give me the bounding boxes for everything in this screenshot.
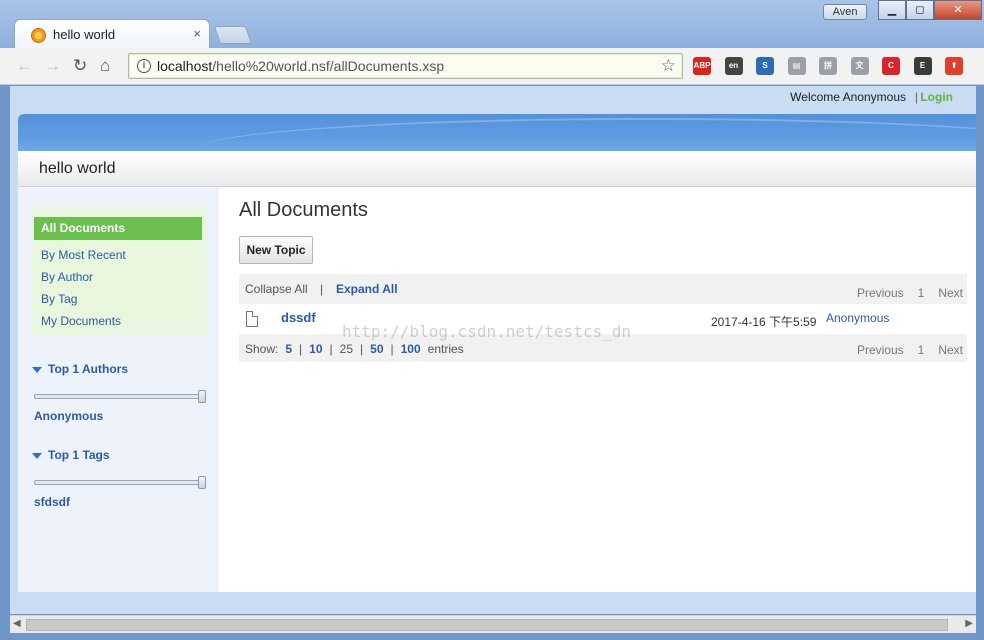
upload-icon[interactable]: ⬆ [945, 57, 963, 75]
sidebar-nav: All Documents By Most Recent By Author B… [32, 207, 207, 335]
url-text[interactable]: localhost/hello%20world.nsf/allDocuments… [157, 58, 444, 74]
sidebar-item-all-documents[interactable]: All Documents [34, 217, 202, 240]
page-size-separator: | [329, 342, 333, 356]
document-title-link[interactable]: dssdf [281, 310, 316, 325]
content-area: All Documents By Most Recent By Author B… [18, 187, 976, 592]
page-size-separator: | [390, 342, 394, 356]
s-extension-icon[interactable]: S [756, 57, 774, 75]
page-size-50[interactable]: 50 [370, 342, 383, 356]
maximize-button[interactable]: ◻ [906, 0, 934, 20]
tab-title: hello world [53, 27, 116, 42]
tag-cloud-item[interactable]: sfdsdf [34, 495, 70, 509]
collapse-all-link[interactable]: Collapse All [245, 282, 308, 296]
tab-close-icon[interactable]: × [193, 26, 201, 41]
reader-icon[interactable]: ▤ [787, 57, 806, 75]
top-authors-header[interactable]: Top 1 Authors [32, 362, 128, 376]
browser-titlebar: hello world × Aven ▁ ◻ ✕ [0, 0, 984, 49]
app-title-bar: hello world [18, 151, 976, 187]
expand-triangle-icon [32, 452, 42, 459]
scrollbar-thumb[interactable] [26, 619, 948, 631]
scroll-left-icon[interactable]: ◀ [13, 618, 21, 629]
top-tags-header[interactable]: Top 1 Tags [32, 448, 110, 462]
translate-icon[interactable]: en [724, 57, 743, 75]
address-bar[interactable]: i localhost/hello%20world.nsf/allDocumen… [128, 53, 683, 79]
previous-link[interactable]: Previous [857, 343, 904, 357]
authors-slider[interactable] [34, 390, 206, 403]
app-title: hello world [39, 160, 116, 177]
page-number[interactable]: 1 [918, 286, 925, 300]
page-title: All Documents [239, 199, 368, 221]
browser-tab[interactable]: hello world × [14, 19, 210, 49]
window-controls: ▁ ◻ ✕ [878, 0, 982, 20]
c-extension-icon[interactable]: C [882, 57, 900, 75]
dictionary-icon[interactable]: 文 [850, 57, 869, 75]
expand-all-link[interactable]: Expand All [336, 282, 398, 296]
domino-favicon-icon [31, 28, 46, 43]
page-size-10[interactable]: 10 [309, 342, 322, 356]
page-size-5[interactable]: 5 [285, 342, 292, 356]
sidebar-item-by-tag[interactable]: By Tag [41, 292, 77, 306]
view-header-bar: Collapse All | Expand All Previous 1 Nex… [239, 274, 967, 305]
pager-bottom: Previous 1 Next [857, 343, 963, 357]
home-icon[interactable]: ⌂ [100, 56, 110, 76]
close-window-button[interactable]: ✕ [934, 0, 982, 20]
welcome-separator: | [914, 90, 918, 104]
sidebar-item-by-most-recent[interactable]: By Most Recent [41, 248, 126, 262]
url-host: localhost [157, 58, 213, 74]
welcome-bar: Welcome Anonymous | Login [10, 86, 976, 112]
back-icon[interactable]: ← [16, 56, 33, 76]
sidebar-item-my-documents[interactable]: My Documents [41, 314, 121, 328]
bookmark-star-icon[interactable]: ☆ [661, 56, 676, 76]
author-cloud-item[interactable]: Anonymous [34, 409, 103, 423]
page-size-separator: | [299, 342, 303, 356]
horizontal-scrollbar[interactable]: ◀ ▶ [10, 615, 976, 633]
evernote-icon[interactable]: E [913, 57, 932, 75]
watermark-text: http://blog.csdn.net/testcs_dn [342, 322, 631, 341]
welcome-text: Welcome Anonymous [790, 90, 906, 104]
pager-top: Previous 1 Next [857, 286, 963, 300]
reload-icon[interactable]: ↻ [73, 56, 87, 76]
expand-triangle-icon [32, 366, 42, 373]
new-tab-button[interactable] [213, 26, 253, 44]
tags-slider[interactable] [34, 476, 206, 489]
forward-icon[interactable]: → [44, 56, 61, 76]
minimize-button[interactable]: ▁ [878, 0, 906, 20]
sidebar: All Documents By Most Recent By Author B… [18, 187, 219, 592]
show-label: Show: [245, 342, 279, 356]
next-link[interactable]: Next [938, 286, 963, 300]
page-size-100[interactable]: 100 [401, 342, 421, 356]
document-icon [246, 311, 258, 327]
sidebar-item-by-author[interactable]: By Author [41, 270, 93, 284]
browser-toolbar: ← → ↻ ⌂ i localhost/hello%20world.nsf/al… [0, 48, 984, 85]
web-page: Welcome Anonymous | Login hello world Al… [10, 86, 976, 614]
document-author-link[interactable]: Anonymous [826, 311, 889, 325]
scroll-right-icon[interactable]: ▶ [965, 618, 973, 629]
pinyin-icon[interactable]: 拼 [819, 57, 837, 75]
authors-slider-handle[interactable] [198, 390, 206, 403]
next-link[interactable]: Next [938, 343, 963, 357]
header-separator: | [320, 282, 324, 296]
site-info-icon[interactable]: i [137, 59, 151, 73]
page-size-25: 25 [339, 342, 354, 356]
page-size-separator: | [360, 342, 364, 356]
entries-label: entries [427, 342, 464, 356]
url-path: /hello%20world.nsf/allDocuments.xsp [212, 58, 445, 74]
page-size-selector: Show: 5 | 10 | 25 | 50 | 100 entries [245, 342, 464, 356]
adblock-plus-icon[interactable]: ABP [693, 57, 711, 75]
top-tags-title: Top 1 Tags [48, 448, 110, 462]
new-topic-button[interactable]: New Topic [239, 236, 313, 264]
document-date: 2017-4-16 下午5:59 [711, 315, 817, 329]
page-number[interactable]: 1 [918, 343, 925, 357]
app-banner [18, 114, 976, 151]
login-link[interactable]: Login [920, 90, 953, 104]
profile-button[interactable]: Aven [823, 4, 867, 20]
top-authors-title: Top 1 Authors [48, 362, 128, 376]
previous-link[interactable]: Previous [857, 286, 904, 300]
tags-slider-handle[interactable] [198, 476, 206, 489]
